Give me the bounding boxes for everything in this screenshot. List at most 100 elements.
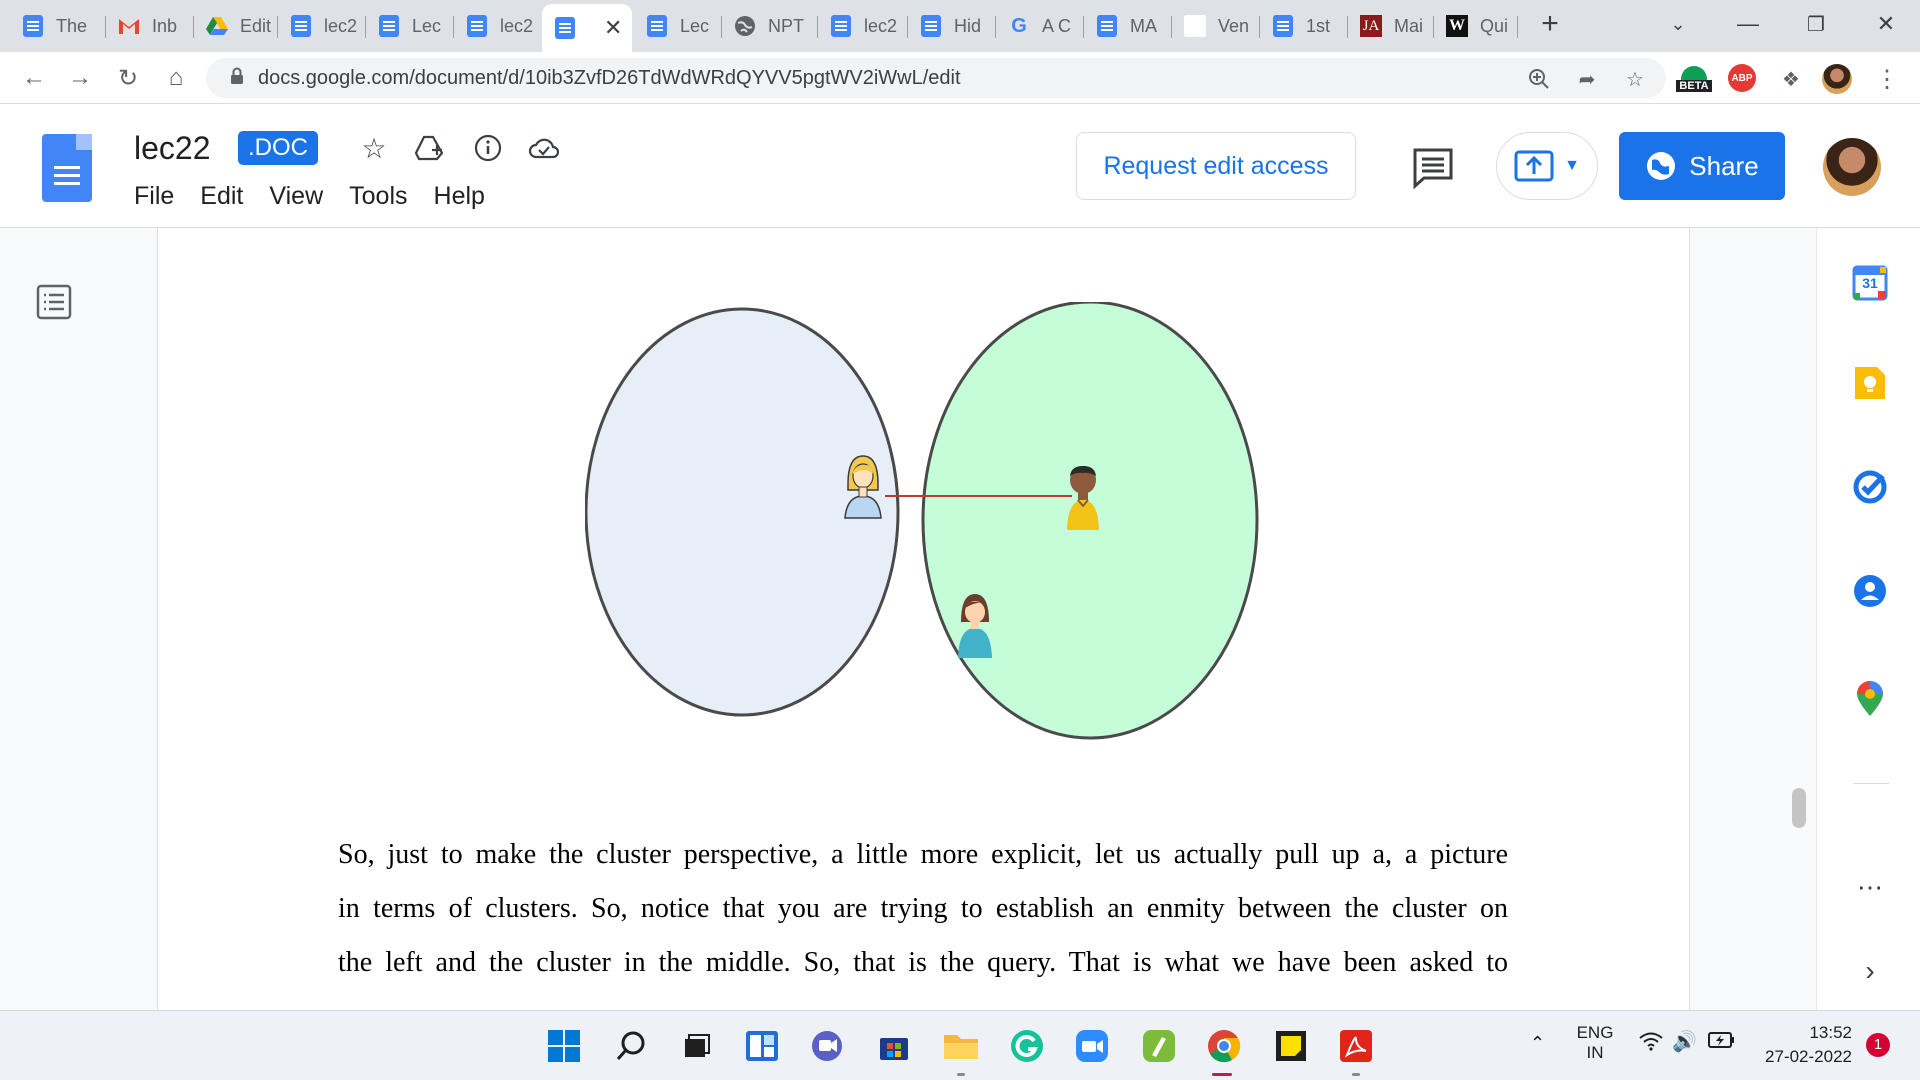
menu-edit[interactable]: Edit (200, 182, 243, 211)
docs-logo-icon[interactable] (42, 134, 92, 202)
volume-icon[interactable]: 🔊 (1672, 1029, 1697, 1054)
language-indicator[interactable]: ENG IN (1572, 1023, 1618, 1063)
clock[interactable]: 13:52 27-02-2022 (1752, 1023, 1852, 1067)
zoom-app-icon[interactable] (1073, 1027, 1111, 1065)
browser-tab[interactable]: Inb (106, 6, 194, 46)
expand-panel-chevron-icon[interactable]: › (1851, 952, 1889, 990)
menu-view[interactable]: View (269, 182, 323, 211)
tab-search-chevron-icon[interactable]: ⌄ (1648, 4, 1708, 44)
star-icon[interactable]: ☆ (356, 130, 392, 166)
present-icon (1514, 150, 1554, 182)
chrome-icon[interactable] (1205, 1027, 1243, 1065)
docs-header: lec22 .DOC ☆ File Edit View Tools Help R… (0, 104, 1920, 228)
cloud-saved-icon[interactable] (526, 130, 562, 166)
sticky-notes-icon[interactable] (1272, 1027, 1310, 1065)
tasks-icon[interactable] (1851, 468, 1889, 506)
app-running-indicator (1352, 1073, 1360, 1076)
move-to-drive-icon[interactable] (412, 130, 448, 166)
request-edit-access-button[interactable]: Request edit access (1076, 132, 1356, 200)
comments-icon[interactable] (1410, 144, 1456, 190)
browser-tab-strip: The Inb Edit lec2 Lec lec2 ✕ Lec NPT lec… (0, 0, 1920, 52)
browser-tab[interactable]: Lec (366, 6, 454, 46)
menu-tools[interactable]: Tools (349, 182, 407, 211)
close-window-icon[interactable]: ✕ (1856, 4, 1916, 44)
more-apps-icon[interactable]: ⋯ (1851, 868, 1889, 906)
document-page[interactable]: So, just to make the cluster perspective… (157, 228, 1690, 1010)
w-icon: W (1446, 15, 1468, 37)
acrobat-icon[interactable] (1337, 1027, 1375, 1065)
notepad-app-icon[interactable] (1140, 1027, 1178, 1065)
address-bar[interactable]: docs.google.com/document/d/10ib3ZvfD26Td… (206, 58, 1666, 98)
info-icon[interactable] (470, 130, 506, 166)
browser-tab[interactable]: W Qui (1434, 6, 1518, 46)
browser-tab[interactable]: lec2 (454, 6, 540, 46)
google-icon: G (1011, 14, 1027, 37)
calendar-icon[interactable]: 31 (1851, 264, 1889, 302)
present-button[interactable]: ▼ (1496, 132, 1598, 200)
new-tab-plus-icon[interactable]: + (1520, 4, 1580, 44)
browser-tab[interactable]: lec2 (818, 6, 908, 46)
browser-tab[interactable]: lec2 (278, 6, 366, 46)
search-icon[interactable] (612, 1027, 650, 1065)
profile-avatar[interactable] (1822, 64, 1852, 94)
abp-badge-text: ABP (1731, 72, 1753, 84)
menu-file[interactable]: File (134, 182, 174, 211)
browser-tab[interactable]: NPT (722, 6, 818, 46)
browser-tab[interactable]: Lec (634, 6, 722, 46)
side-panel-divider (1853, 783, 1889, 784)
minimize-window-icon[interactable]: — (1718, 4, 1778, 44)
bookmark-star-icon[interactable]: ☆ (1620, 64, 1650, 94)
docs-icon (1272, 15, 1294, 37)
maps-icon[interactable] (1851, 680, 1889, 718)
browser-tab[interactable]: MA (1084, 6, 1172, 46)
tab-label: MA (1130, 15, 1157, 36)
zoom-icon[interactable] (1524, 64, 1554, 94)
show-hidden-icons-chevron[interactable]: ⌃ (1530, 1033, 1545, 1054)
adblock-icon[interactable]: ABP (1728, 64, 1756, 92)
file-explorer-icon[interactable] (942, 1027, 980, 1065)
account-avatar[interactable] (1823, 138, 1881, 196)
home-icon[interactable]: ⌂ (160, 62, 192, 94)
notification-badge[interactable]: 1 (1866, 1033, 1890, 1057)
paragraph-line: in terms of clusters. So, notice that yo… (338, 893, 1508, 924)
browser-tab-active[interactable]: ✕ (542, 4, 632, 52)
browser-tab[interactable]: Hid (908, 6, 996, 46)
grammarly-icon[interactable] (1008, 1027, 1046, 1065)
tab-label: lec2 (864, 15, 898, 36)
browser-tab[interactable]: Ven (1172, 6, 1260, 46)
restore-window-icon[interactable]: ❐ (1786, 4, 1846, 44)
beta-extension-icon[interactable]: BETA (1674, 64, 1714, 94)
browser-tab[interactable]: G A C (996, 6, 1084, 46)
close-tab-icon[interactable]: ✕ (604, 15, 622, 41)
widgets-icon[interactable] (743, 1027, 781, 1065)
contacts-icon[interactable] (1851, 572, 1889, 610)
document-outline-icon[interactable] (36, 284, 72, 320)
browser-menu-icon[interactable]: ⋮ (1872, 64, 1902, 94)
forward-arrow-icon[interactable]: → (64, 62, 96, 94)
share-button[interactable]: Share (1619, 132, 1785, 200)
browser-tab[interactable]: JA Mai (1348, 6, 1434, 46)
region-code: IN (1586, 1043, 1604, 1062)
vertical-scrollbar-thumb[interactable] (1792, 788, 1806, 828)
menu-help[interactable]: Help (434, 182, 485, 211)
browser-tab[interactable]: The (10, 6, 106, 46)
docs-icon (554, 17, 576, 39)
browser-tab[interactable]: 1st (1260, 6, 1348, 46)
globe-icon (1647, 152, 1676, 180)
document-paragraph[interactable]: So, just to make the cluster perspective… (338, 828, 1508, 990)
document-title[interactable]: lec22 (134, 130, 211, 167)
keep-icon[interactable] (1851, 364, 1889, 402)
browser-tab[interactable]: Edit (194, 6, 278, 46)
back-arrow-icon[interactable]: ← (18, 62, 50, 94)
extensions-puzzle-icon[interactable]: ❖ (1776, 64, 1806, 94)
microsoft-store-icon[interactable] (875, 1027, 913, 1065)
reload-icon[interactable]: ↻ (112, 62, 144, 94)
share-page-icon[interactable]: ➦ (1572, 64, 1602, 94)
battery-icon[interactable] (1708, 1031, 1736, 1054)
teams-chat-icon[interactable] (808, 1027, 846, 1065)
windows-start-icon[interactable] (545, 1027, 583, 1065)
task-view-icon[interactable] (677, 1027, 715, 1065)
side-panel: 31 ⋯ › (1816, 228, 1920, 1010)
wifi-icon[interactable] (1638, 1031, 1664, 1056)
tab-label: Qui (1480, 15, 1509, 36)
